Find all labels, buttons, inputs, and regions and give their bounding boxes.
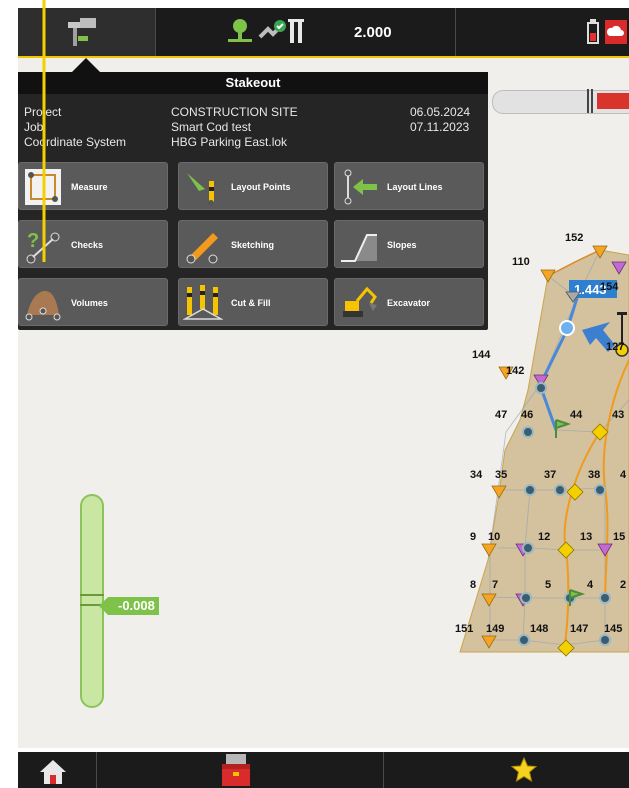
point-label: 44: [570, 409, 583, 421]
toolbox-icon[interactable]: [218, 754, 254, 788]
point-label: 15: [613, 531, 625, 543]
info-value-coordinate-system: HBG Parking East.lok: [171, 135, 288, 149]
point-label: 152: [565, 232, 583, 244]
menu-title: Stakeout: [18, 72, 488, 94]
sketching-icon: [186, 233, 218, 264]
info-label-coordinate-system: Coordinate System: [24, 135, 127, 149]
point-label: 43: [612, 409, 624, 421]
point-label: 110: [512, 256, 530, 268]
point-label: 46: [521, 409, 533, 421]
point-label: 9: [470, 531, 476, 543]
home-icon[interactable]: [38, 758, 68, 786]
point-label: 148: [530, 623, 548, 635]
toolbar-separator: [383, 752, 384, 788]
point-label: 35: [495, 469, 507, 481]
point-label: 145: [604, 623, 622, 635]
point-label: 4: [587, 579, 594, 591]
point-label: 38: [588, 469, 600, 481]
measure-button[interactable]: Measure: [18, 162, 168, 210]
sketching-label: Sketching: [231, 240, 275, 250]
point-label: 154: [600, 281, 619, 293]
info-date-project: 06.05.2024: [410, 105, 471, 119]
point-label: 12: [538, 531, 550, 543]
layout-lines-label: Layout Lines: [387, 182, 443, 192]
info-label-project: Project: [24, 105, 62, 119]
rover-position-icon: [559, 320, 575, 336]
toolbar-separator: [96, 752, 97, 788]
slopes-button[interactable]: Slopes: [334, 220, 484, 268]
checks-icon: ?: [26, 230, 60, 264]
point-label: 144: [472, 349, 491, 361]
layout-points-label: Layout Points: [231, 182, 291, 192]
point-label: 127: [606, 341, 624, 353]
excavator-button[interactable]: Excavator: [334, 278, 484, 326]
menu-pointer: [72, 58, 100, 72]
measure-icon: [25, 169, 61, 205]
slopes-label: Slopes: [387, 240, 417, 250]
layout-lines-button[interactable]: Layout Lines: [334, 162, 484, 210]
svg-text:?: ?: [27, 230, 39, 252]
layout-points-icon: [187, 173, 214, 206]
info-value-job: Smart Cod test: [171, 120, 252, 134]
excavator-icon: [343, 286, 377, 317]
volumes-label: Volumes: [71, 298, 108, 308]
cut-fill-label: Cut & Fill: [231, 298, 271, 308]
point-label: 37: [544, 469, 556, 481]
point-label: 47: [495, 409, 507, 421]
measure-label: Measure: [71, 182, 108, 192]
sketching-button[interactable]: Sketching: [178, 220, 328, 268]
cut-fill-button[interactable]: Cut & Fill: [178, 278, 328, 326]
point-label: 7: [492, 579, 498, 591]
layout-points-button[interactable]: Layout Points: [178, 162, 328, 210]
point-label: 10: [488, 531, 500, 543]
cut-fill-icon: [183, 285, 223, 320]
point-label: 2: [620, 579, 626, 591]
point-label: 8: [470, 579, 476, 591]
point-label: 149: [486, 623, 504, 635]
volumes-icon: [25, 291, 61, 321]
info-value-project: CONSTRUCTION SITE: [171, 105, 298, 119]
checks-label: Checks: [71, 240, 104, 250]
checks-button[interactable]: ? Checks: [18, 220, 168, 268]
info-label-job: Job: [24, 120, 44, 134]
slopes-icon: [341, 234, 377, 262]
info-date-job: 07.11.2023: [410, 120, 470, 134]
stakeout-menu: Stakeout Project CONSTRUCTION SITE 06.05…: [18, 72, 488, 330]
volumes-button[interactable]: Volumes: [18, 278, 168, 326]
point-label: 147: [570, 623, 588, 635]
bottom-toolbar: [18, 752, 629, 788]
excavator-label: Excavator: [387, 298, 431, 308]
layout-lines-icon: [344, 169, 377, 205]
point-label: 151: [455, 623, 473, 635]
favorites-star-icon[interactable]: [510, 756, 538, 784]
vertical-offset-value: -0.008: [99, 597, 159, 615]
point-label: 142: [506, 365, 524, 377]
point-label: 34: [470, 469, 483, 481]
point-label: 5: [545, 579, 551, 591]
point-label: 4: [620, 469, 627, 481]
point-label: 13: [580, 531, 592, 543]
